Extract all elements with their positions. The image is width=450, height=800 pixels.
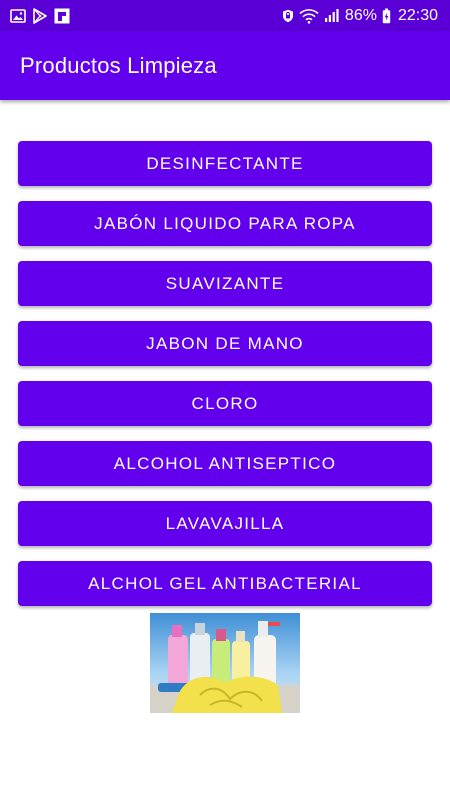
shield-icon	[282, 9, 294, 23]
flipboard-icon	[54, 8, 70, 24]
status-bar-left	[10, 7, 70, 24]
battery-icon	[382, 8, 391, 24]
cleaning-products-image	[150, 613, 300, 713]
desinfectante-button[interactable]: DESINFECTANTE	[18, 141, 432, 186]
lavavajilla-button[interactable]: LAVAVAJILLA	[18, 501, 432, 546]
battery-percentage: 86%	[344, 6, 377, 24]
main-content: DESINFECTANTE JABÓN LIQUIDO PARA ROPA SU…	[0, 100, 450, 800]
status-bar-time: 22:30	[397, 6, 438, 24]
cloro-button[interactable]: CLORO	[18, 381, 432, 426]
suavizante-button[interactable]: SUAVIZANTE	[18, 261, 432, 306]
jabon-liquido-para-ropa-button[interactable]: JABÓN LIQUIDO PARA ROPA	[18, 201, 432, 246]
jabon-de-mano-button[interactable]: JABON DE MANO	[18, 321, 432, 366]
app-title: Productos Limpieza	[20, 52, 217, 78]
play-store-icon	[32, 7, 48, 24]
app-bar: Productos Limpieza	[0, 31, 450, 100]
signal-icon	[324, 8, 340, 23]
alcohol-antiseptico-button[interactable]: ALCOHOL ANTISEPTICO	[18, 441, 432, 486]
alchol-gel-antibacterial-button[interactable]: ALCHOL GEL ANTIBACTERIAL	[18, 561, 432, 606]
image-icon	[10, 8, 26, 23]
status-bar: 86% 22:30	[0, 0, 450, 31]
status-bar-right: 86% 22:30	[282, 7, 438, 25]
wifi-icon	[299, 8, 319, 24]
